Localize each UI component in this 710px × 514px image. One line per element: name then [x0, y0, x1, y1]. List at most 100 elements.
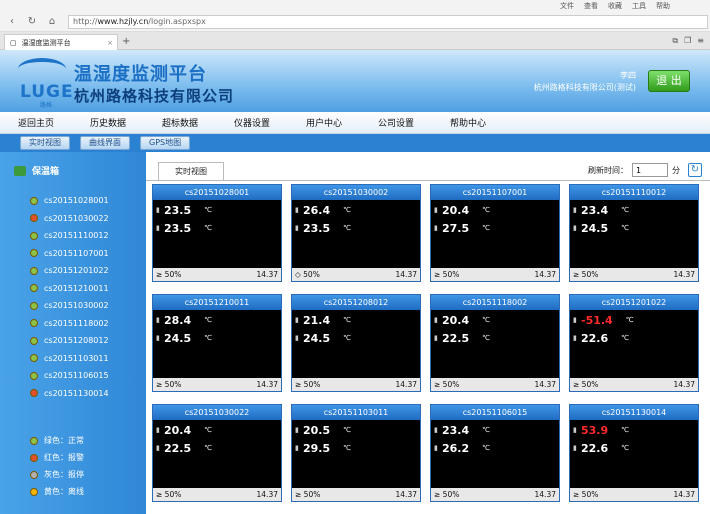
menu-item-history[interactable]: 历史数据 [72, 116, 144, 129]
browser-tab-title: 温湿度监测平台 [21, 38, 71, 47]
browser-tab[interactable]: ▢ 温湿度监测平台 × [4, 34, 118, 50]
menu-item-company-settings[interactable]: 公司设置 [360, 116, 432, 129]
temperature-value: 28.4 [164, 313, 192, 327]
menu-item-overlimit[interactable]: 超标数据 [144, 116, 216, 129]
device-card[interactable]: cs20151028001 ▮ 23.5 ℃ ▮ 23.5 ℃ ≥ 50% 14.37 [152, 184, 282, 282]
status-dot-icon [30, 249, 38, 258]
device-card[interactable]: cs20151106015 ▮ 23.4 ℃ ▮ 26.2 ℃ ≥ 50% 14.37 [430, 404, 560, 502]
legend-label: 绿色：正常 [44, 436, 84, 445]
voltage-value: 14.37 [534, 270, 556, 279]
status-legend: 绿色：正常 红色：报警 灰色：报停 黄色：离线 [30, 432, 84, 500]
thermometer-icon: ▮ [434, 224, 438, 232]
refresh-icon[interactable]: ↻ [26, 16, 38, 28]
curve-view-button[interactable]: 曲线界面 [80, 136, 130, 150]
device-card[interactable]: cs20151210011 ▮ 28.4 ℃ ▮ 24.5 ℃ ≥ 50% 14.37 [152, 294, 282, 392]
device-card[interactable]: cs20151107001 ▮ 20.4 ℃ ▮ 27.5 ℃ ≥ 50% 14.37 [430, 184, 560, 282]
url-input[interactable]: http://www.hzjly.cn/login.aspxspx [68, 14, 708, 29]
device-card[interactable]: cs20151118002 ▮ 20.4 ℃ ▮ 22.5 ℃ ≥ 50% 14.37 [430, 294, 560, 392]
gps-map-button[interactable]: GPS地图 [140, 136, 191, 150]
refresh-interval-input[interactable] [632, 163, 668, 177]
sidebar-device-item[interactable]: cs20151106015 [30, 367, 109, 385]
thermometer-icon: ▮ [156, 444, 160, 452]
humidity-value: ≥ 50% [573, 380, 599, 389]
voltage-value: 14.37 [673, 270, 695, 279]
new-tab-icon[interactable]: + [122, 36, 130, 47]
temperature-value: 23.5 [164, 203, 192, 217]
temperature-value: 24.5 [581, 221, 609, 235]
sidebar-device-item[interactable]: cs20151201022 [30, 262, 109, 280]
main-menu: 返回主页 历史数据 超标数据 仪器设置 用户中心 公司设置 帮助中心 [0, 112, 710, 134]
tab-realtime-view[interactable]: 实时视图 [158, 162, 224, 180]
browser-menu-view[interactable]: 查看 [584, 1, 598, 11]
copy-icon[interactable]: ❐ [684, 36, 691, 46]
temperature-value: 23.4 [581, 203, 609, 217]
device-card-footer: ◇ 50% 14.37 [292, 268, 420, 281]
temperature-unit: ℃ [482, 316, 491, 324]
thermometer-icon: ▮ [295, 206, 299, 214]
device-card[interactable]: cs20151130014 ▮ 53.9 ℃ ▮ 22.6 ℃ ≥ 50% 14.37 [569, 404, 699, 502]
sidebar-device-item[interactable]: cs20151103011 [30, 350, 109, 368]
menu-icon[interactable]: ≡ [697, 36, 704, 46]
device-card[interactable]: cs20151103011 ▮ 20.5 ℃ ▮ 29.5 ℃ ≥ 50% 14.37 [291, 404, 421, 502]
browser-menu-favorites[interactable]: 收藏 [608, 1, 622, 11]
sidebar-device-item[interactable]: cs20151118002 [30, 315, 109, 333]
sidebar-device-item[interactable]: cs20151110012 [30, 227, 109, 245]
humidity-value: ≥ 50% [434, 490, 460, 499]
sensor-reading-1: ▮ 21.4 ℃ [295, 313, 351, 327]
thermometer-icon: ▮ [156, 316, 160, 324]
menu-item-help[interactable]: 帮助中心 [432, 116, 504, 129]
back-icon[interactable]: ‹ [6, 16, 18, 28]
realtime-view-button[interactable]: 实时视图 [20, 136, 70, 150]
temperature-unit: ℃ [204, 206, 213, 214]
sidebar-device-item[interactable]: cs20151210011 [30, 280, 109, 298]
device-card-footer: ≥ 50% 14.37 [431, 488, 559, 501]
device-card[interactable]: cs20151201022 ▮ -51.4 ℃ ▮ 22.6 ℃ ≥ 50% 14.37 [569, 294, 699, 392]
status-dot-icon [30, 214, 38, 223]
thermometer-icon: ▮ [434, 444, 438, 452]
device-card[interactable]: cs20151030002 ▮ 26.4 ℃ ▮ 23.5 ℃ ◇ 50% 14.37 [291, 184, 421, 282]
status-dot-icon [30, 354, 38, 363]
browser-menu-tools[interactable]: 工具 [632, 1, 646, 11]
menu-item-home[interactable]: 返回主页 [0, 116, 72, 129]
refresh-icon[interactable]: ↻ [688, 163, 702, 177]
close-tab-icon[interactable]: × [107, 39, 113, 47]
logout-button[interactable]: 退 出 [648, 70, 690, 92]
humidity-value: ≥ 50% [156, 380, 182, 389]
sensor-reading-2: ▮ 27.5 ℃ [434, 221, 490, 235]
sidebar-device-item[interactable]: cs20151107001 [30, 245, 109, 263]
device-card-title: cs20151030002 [292, 185, 420, 200]
browser-menu-help[interactable]: 帮助 [656, 1, 670, 11]
legend-item: 灰色：报停 [30, 466, 84, 483]
window-icons: ⧉ ❐ ≡ [672, 36, 704, 46]
device-card[interactable]: cs20151110012 ▮ 23.4 ℃ ▮ 24.5 ℃ ≥ 50% 14.37 [569, 184, 699, 282]
temperature-value: 24.5 [303, 331, 331, 345]
thermometer-icon: ▮ [434, 426, 438, 434]
device-name: cs20151201022 [44, 266, 109, 276]
sensor-reading-2: ▮ 22.6 ℃ [573, 441, 629, 455]
device-card[interactable]: cs20151208012 ▮ 21.4 ℃ ▮ 24.5 ℃ ≥ 50% 14.37 [291, 294, 421, 392]
sidebar-device-item[interactable]: cs20151030002 [30, 297, 109, 315]
device-card-title: cs20151210011 [153, 295, 281, 310]
company-name: 杭州路格科技有限公司 [74, 87, 235, 105]
sensor-reading-1: ▮ 20.5 ℃ [295, 423, 351, 437]
sidebar-device-item[interactable]: cs20151030022 [30, 210, 109, 228]
home-icon[interactable]: ⌂ [46, 16, 58, 28]
device-card[interactable]: cs20151030022 ▮ 20.4 ℃ ▮ 22.5 ℃ ≥ 50% 14.37 [152, 404, 282, 502]
browser-menu-file[interactable]: 文件 [560, 1, 574, 11]
sidebar-device-item[interactable]: cs20151028001 [30, 192, 109, 210]
menu-item-user-center[interactable]: 用户中心 [288, 116, 360, 129]
sensor-reading-1: ▮ 26.4 ℃ [295, 203, 351, 217]
sensor-reading-1: ▮ 20.4 ℃ [434, 203, 490, 217]
main-content: 实时视图 刷新时间： 分 ↻ cs20151028001 ▮ 23.5 ℃ ▮ 23.5 ℃… [146, 152, 710, 514]
menu-item-device-settings[interactable]: 仪器设置 [216, 116, 288, 129]
sidebar-header[interactable]: 保温箱 [14, 164, 59, 177]
page-header: LUGE 路格 温湿度监测平台 杭州路格科技有限公司 李四 杭州路格科技有限公司… [0, 50, 710, 112]
sensor-reading-1: ▮ 20.4 ℃ [434, 313, 490, 327]
thermometer-icon: ▮ [434, 334, 438, 342]
sidebar-device-item[interactable]: cs20151130014 [30, 385, 109, 403]
logo-text: LUGE [20, 82, 74, 102]
sidebar-device-item[interactable]: cs20151208012 [30, 332, 109, 350]
restore-icon[interactable]: ⧉ [672, 36, 678, 46]
temperature-value: 29.5 [303, 441, 331, 455]
voltage-value: 14.37 [395, 380, 417, 389]
